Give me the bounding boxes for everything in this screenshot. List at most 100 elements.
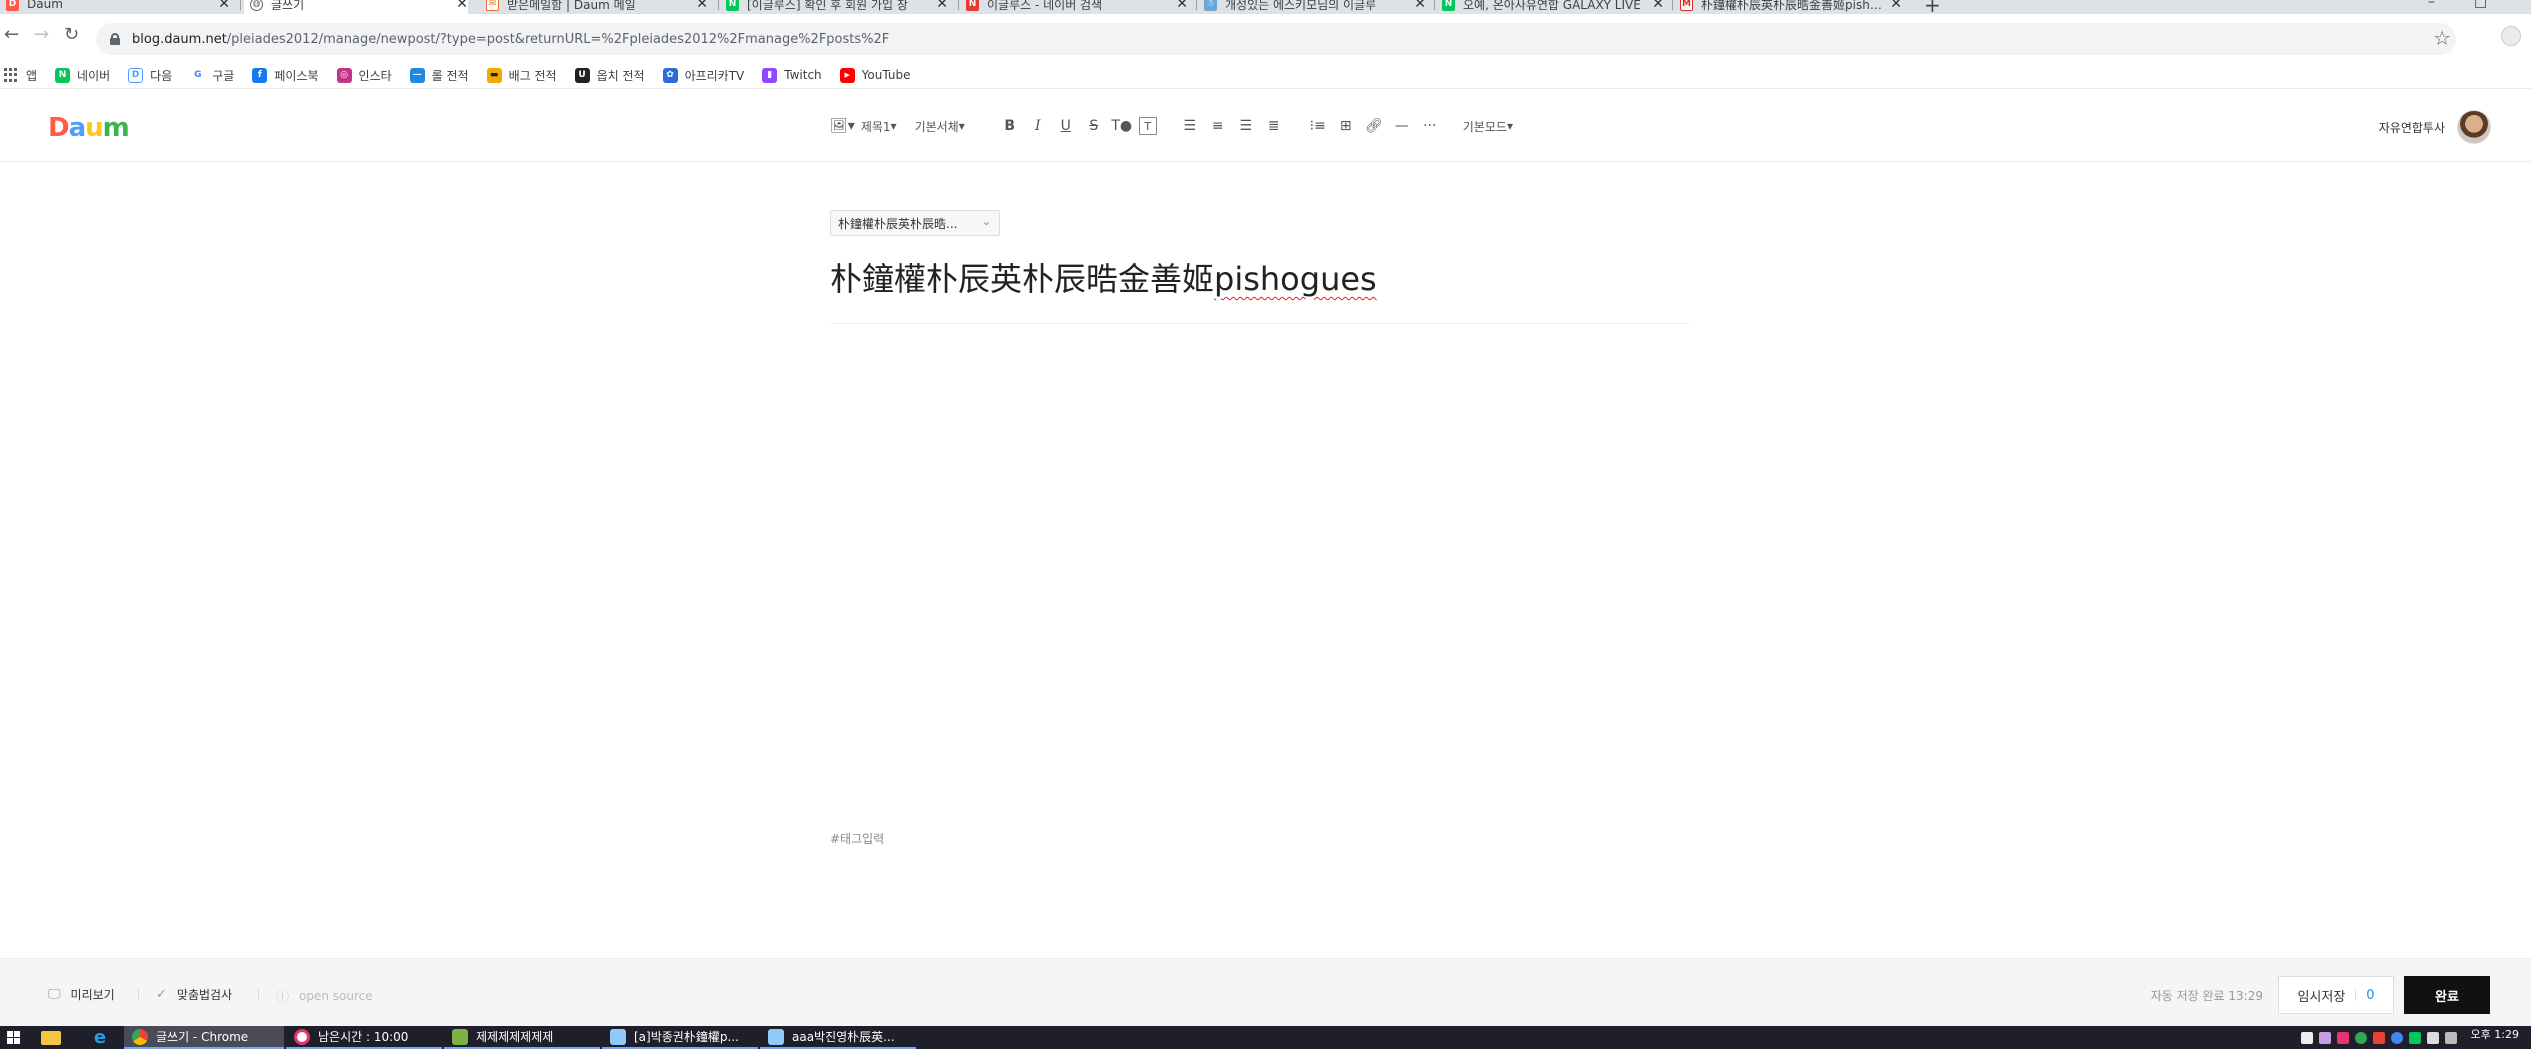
- tray-icon[interactable]: [2408, 1031, 2421, 1044]
- close-icon[interactable]: ✕: [1652, 0, 1664, 12]
- tray-icon[interactable]: [2318, 1031, 2331, 1044]
- taskbar-item-app[interactable]: 제제제제제제제: [444, 1026, 600, 1049]
- spellcheck-button[interactable]: ✓ 맞춤법검사: [156, 986, 232, 1003]
- taskbar-item-image[interactable]: aaa박진영朴辰英...: [760, 1026, 916, 1049]
- network-icon[interactable]: [2426, 1031, 2439, 1044]
- underline-icon[interactable]: U: [1055, 115, 1077, 137]
- text-color-icon[interactable]: T●: [1111, 115, 1133, 137]
- bookmark-pubg[interactable]: ▬ 배그 전적: [486, 67, 557, 84]
- italic-icon[interactable]: I: [1027, 115, 1049, 137]
- url-path: /pleiades2012/manage/newpost/?type=post&…: [226, 31, 890, 47]
- align-left-icon[interactable]: ☰: [1179, 115, 1201, 137]
- system-tray: 오후 1:29: [2295, 1026, 2531, 1049]
- overwatch-icon: U: [574, 67, 590, 83]
- bookmark-daum[interactable]: D 다음: [128, 67, 172, 84]
- avatar[interactable]: [2457, 110, 2491, 144]
- close-icon[interactable]: ✕: [456, 0, 468, 12]
- preview-button[interactable]: 🖵︎ 미리보기: [48, 986, 115, 1003]
- browser-tab[interactable]: D Daum ✕: [6, 0, 230, 14]
- bookmark-afreecatv[interactable]: ✿ 아프리카TV: [662, 67, 744, 84]
- bookmark-facebook[interactable]: f 페이스북: [252, 67, 319, 84]
- close-icon[interactable]: ✕: [1414, 0, 1426, 12]
- browser-tab[interactable]: ☃ 개성있는 에스키모님의 이글루 ✕: [1204, 0, 1426, 14]
- file-explorer-icon[interactable]: [26, 1026, 76, 1049]
- windows-start-icon[interactable]: [0, 1026, 26, 1049]
- taskbar-item-chrome[interactable]: 글쓰기 - Chrome: [124, 1026, 284, 1049]
- minimize-icon[interactable]: –: [2428, 0, 2435, 10]
- tag-input[interactable]: #태그입력: [830, 830, 884, 847]
- browser-tab[interactable]: M 朴鐘權朴辰英朴辰晧金善姬pishogues ✕: [1680, 0, 1902, 14]
- link-icon[interactable]: 🔗︎: [1363, 115, 1385, 137]
- internet-explorer-icon[interactable]: e: [76, 1026, 124, 1049]
- afreecatv-icon: ✿: [662, 67, 678, 83]
- profile-avatar[interactable]: [2501, 26, 2521, 46]
- bookmark-overwatch[interactable]: U 옵치 전적: [574, 67, 645, 84]
- user-name: 자유연합투사: [2378, 120, 2445, 135]
- font-select[interactable]: 기본서체 ▾: [915, 115, 965, 137]
- forward-arrow-icon[interactable]: →: [34, 24, 49, 45]
- eskimo-icon: ☃: [1204, 0, 1217, 11]
- bullet-list-icon[interactable]: ⁝≡: [1307, 115, 1329, 137]
- address-bar[interactable]: blog.daum.net/pleiades2012/manage/newpos…: [96, 23, 2456, 55]
- align-justify-icon[interactable]: ≣: [1263, 115, 1285, 137]
- horizontal-rule-icon[interactable]: —: [1391, 115, 1413, 137]
- text-background-icon[interactable]: T: [1138, 117, 1157, 135]
- browser-tab[interactable]: N [이글루스] 확인 후 회원 가입 창 ✕: [726, 0, 948, 14]
- align-right-icon[interactable]: ☰: [1235, 115, 1257, 137]
- editor-footer: 🖵︎ 미리보기 ✓ 맞춤법검사 ⓘ open source 자동 저장 완료 1…: [0, 958, 2531, 1026]
- tray-icon[interactable]: [2300, 1031, 2313, 1044]
- post-title-input[interactable]: 朴鐘權朴辰英朴辰晧金善姬pishogues: [830, 254, 1690, 324]
- browser-tab[interactable]: ✉ 받은메일함 | Daum 메일 ✕: [486, 0, 708, 14]
- category-select[interactable]: 朴鐘權朴辰英朴辰晧... ⌄: [830, 210, 1000, 236]
- close-icon[interactable]: ✕: [218, 0, 230, 12]
- close-icon[interactable]: ✕: [696, 0, 708, 12]
- new-tab-button[interactable]: +: [1924, 0, 1941, 14]
- close-icon[interactable]: ✕: [1890, 0, 1902, 12]
- strikethrough-icon[interactable]: S: [1083, 115, 1105, 137]
- bookmarks-bar: 앱 N 네이버 D 다음 G 구글 f 페이스북 ◎ 인스타 — 롤 전적 ▬ 배그 전적 U…: [0, 64, 2531, 86]
- volume-icon[interactable]: [2444, 1031, 2457, 1044]
- taskbar-item-image[interactable]: [a]박종권朴鐘權p...: [602, 1026, 758, 1049]
- naver-icon: N: [55, 67, 71, 83]
- close-icon[interactable]: ✕: [1176, 0, 1188, 12]
- table-icon[interactable]: ⊞: [1335, 115, 1357, 137]
- bookmark-apps[interactable]: 앱: [4, 67, 37, 84]
- heading-select[interactable]: 제목1 ▾: [861, 115, 897, 137]
- globe-icon: ◍: [250, 0, 263, 11]
- browser-tab[interactable]: N 이글루스 - 네이버 검색 ✕: [966, 0, 1188, 14]
- maximize-icon[interactable]: □: [2474, 0, 2487, 10]
- reload-icon[interactable]: ↻: [64, 24, 79, 45]
- tray-icon[interactable]: [2336, 1031, 2349, 1044]
- taskbar-clock[interactable]: 오후 1:29: [2471, 1028, 2519, 1041]
- user-menu[interactable]: 자유연합투사: [2379, 110, 2491, 144]
- align-center-icon[interactable]: ≡: [1207, 115, 1229, 137]
- bookmark-youtube[interactable]: ▶ YouTube: [839, 67, 910, 83]
- chrome-icon: [132, 1028, 148, 1045]
- bookmark-twitch[interactable]: ▮ Twitch: [762, 67, 822, 83]
- publish-button[interactable]: 완료: [2404, 976, 2490, 1014]
- bookmark-instagram[interactable]: ◎ 인스타: [336, 67, 392, 84]
- tray-icon[interactable]: [2372, 1031, 2385, 1044]
- bookmark-naver[interactable]: N 네이버: [55, 67, 110, 84]
- browser-tab-active[interactable]: ◍ 글쓰기 ✕: [244, 0, 468, 14]
- bookmark-star-icon[interactable]: ☆: [2433, 26, 2451, 50]
- browser-tab[interactable]: N 오예, 온아사유연합 GALAXY LIVE ✕: [1442, 0, 1664, 14]
- more-options-icon[interactable]: ···: [1419, 115, 1441, 137]
- lock-icon[interactable]: [110, 33, 120, 45]
- tray-icon[interactable]: [2390, 1031, 2403, 1044]
- editor-mode-select[interactable]: 기본모드 ▾: [1463, 115, 1513, 137]
- bookmark-google[interactable]: G 구글: [190, 67, 234, 84]
- windows-taskbar: e 글쓰기 - Chrome 남은시간 : 10:00 제제제제제제제 [a]박…: [0, 1026, 2531, 1049]
- tab-strip: D Daum ✕ ◍ 글쓰기 ✕ ✉ 받은메일함 | Daum 메일 ✕ N […: [0, 0, 2531, 14]
- save-draft-button[interactable]: 임시저장 0: [2278, 976, 2394, 1014]
- image-insert-icon[interactable]: 🖼︎▾: [830, 115, 855, 137]
- back-arrow-icon[interactable]: ←: [4, 24, 19, 45]
- bold-icon[interactable]: B: [999, 115, 1021, 137]
- open-source-link[interactable]: ⓘ open source: [276, 986, 373, 1006]
- tray-icon[interactable]: [2354, 1031, 2367, 1044]
- close-icon[interactable]: ✕: [936, 0, 948, 12]
- daum-logo[interactable]: Daum: [48, 113, 130, 143]
- bookmark-lol[interactable]: — 롤 전적: [409, 67, 469, 84]
- taskbar-item-timer[interactable]: 남은시간 : 10:00: [286, 1026, 442, 1049]
- app-icon: [452, 1028, 468, 1045]
